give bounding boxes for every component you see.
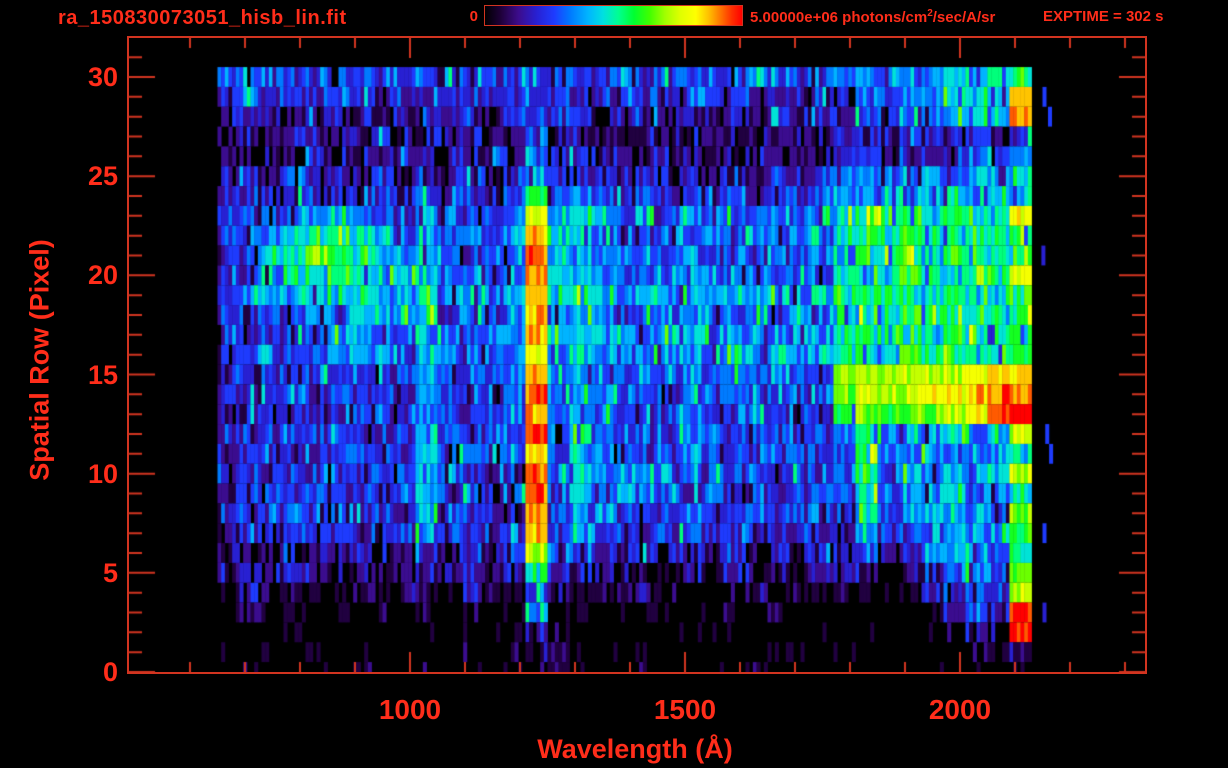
x-axis-title: Wavelength (Å) [537, 734, 733, 764]
y-tick-label: 5 [102, 558, 118, 588]
x-tick-label: 1000 [378, 694, 442, 725]
y-tick-label: 10 [87, 459, 118, 489]
x-tick-label: 2000 [928, 694, 992, 725]
x-tick-label: 1500 [653, 694, 717, 725]
y-tick-label: 30 [87, 62, 118, 92]
exptime-label: EXPTIME = 302 s [1043, 8, 1164, 25]
colorbar-max-label: 5.00000e+06 photons/cm2/sec/A/sr [750, 8, 995, 26]
y-tick-label: 0 [102, 657, 118, 687]
colorbar-max-label-suffix: /sec/A/sr [932, 9, 996, 26]
y-tick-label: 15 [87, 360, 118, 390]
file-title: ra_150830073051_hisb_lin.fit [58, 7, 347, 29]
colorbar-max-label-prefix: 5.00000e+06 photons/cm [750, 9, 928, 26]
colorbar-gradient [484, 5, 743, 26]
y-tick-label: 20 [87, 260, 118, 290]
spectral-image-viewer: ra_150830073051_hisb_lin.fit 0 5.00000e+… [0, 0, 1228, 768]
y-tick-label: 25 [87, 161, 118, 191]
spectral-heatmap-canvas [129, 38, 1145, 672]
colorbar-min-label: 0 [469, 8, 478, 25]
